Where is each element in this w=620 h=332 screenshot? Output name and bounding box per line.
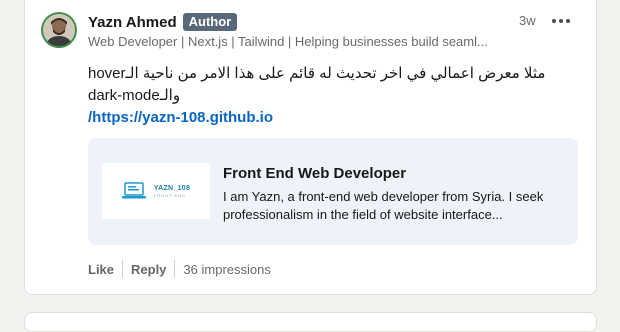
- comment-time: 3w: [519, 13, 536, 28]
- divider: [122, 260, 124, 278]
- comment-text-line2: والـdark-mode: [88, 87, 181, 104]
- comment-link[interactable]: /https://yazn-108.github.io: [88, 109, 273, 126]
- avatar-photo-icon: [41, 12, 77, 48]
- link-preview-card[interactable]: YAZN_108 FRONT END Front End Web Develop…: [88, 138, 578, 245]
- preview-thumbnail: YAZN_108 FRONT END: [102, 163, 210, 219]
- preview-title[interactable]: Front End Web Developer: [223, 165, 406, 182]
- preview-logo-title: YAZN_108: [153, 184, 191, 192]
- next-comment-card: [24, 312, 597, 332]
- author-headline: Web Developer | Next.js | Tailwind | Hel…: [88, 34, 488, 49]
- author-row: Yazn Ahmed Author: [88, 13, 238, 31]
- preview-logo-sub: FRONT END: [153, 192, 187, 198]
- author-badge: Author: [182, 13, 238, 31]
- comment-text: مثلا معرض اعمالي في اخر تحديث له قائم عل…: [88, 63, 568, 129]
- preview-description: I am Yazn, a front-end web developer fro…: [223, 189, 544, 222]
- comment-actions: Like Reply 36 impressions: [88, 260, 271, 278]
- author-name[interactable]: Yazn Ahmed: [88, 14, 177, 31]
- divider: [174, 260, 176, 278]
- more-options-icon[interactable]: [550, 10, 572, 32]
- preview-logo-text: YAZN_108 FRONT END: [154, 185, 190, 198]
- avatar[interactable]: [41, 12, 77, 48]
- impressions-count[interactable]: 36 impressions: [183, 262, 270, 277]
- laptop-icon: [121, 182, 146, 199]
- comment-link-row: /https://yazn-108.github.io: [88, 107, 568, 129]
- reply-button[interactable]: Reply: [131, 262, 166, 277]
- like-button[interactable]: Like: [88, 262, 114, 277]
- comment-text-line1: مثلا معرض اعمالي في اخر تحديث له قائم عل…: [88, 65, 546, 82]
